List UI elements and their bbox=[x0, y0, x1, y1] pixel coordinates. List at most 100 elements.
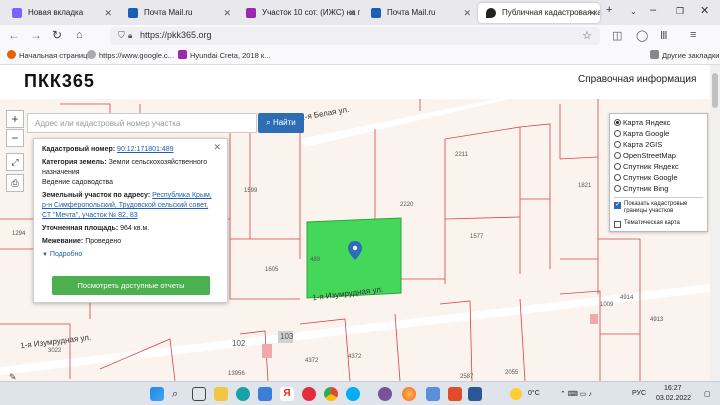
radio-button[interactable] bbox=[614, 141, 621, 148]
tab-cadastral-map[interactable]: Публичная кадастровая кар ✕ bbox=[478, 3, 600, 23]
listing-icon bbox=[178, 50, 187, 59]
firefox-icon[interactable] bbox=[402, 387, 416, 401]
minimize-icon[interactable]: – bbox=[650, 4, 656, 16]
opera-icon[interactable] bbox=[302, 387, 316, 401]
radio-button[interactable] bbox=[614, 152, 621, 159]
reference-info-link[interactable]: Справочная информация bbox=[578, 74, 696, 85]
pocket-icon[interactable]: ◫ bbox=[612, 29, 622, 42]
thematic-map-option[interactable]: Тематическая карта bbox=[614, 220, 703, 228]
temperature-text[interactable]: 0°C bbox=[528, 390, 540, 397]
plot-number: 1821 bbox=[578, 183, 592, 189]
zoom-out-button[interactable]: − bbox=[6, 129, 24, 147]
close-tab-icon[interactable]: ✕ bbox=[104, 3, 112, 23]
layer-option[interactable]: Карта Яндекс bbox=[614, 117, 703, 128]
checkbox[interactable] bbox=[614, 201, 621, 209]
close-icon[interactable]: ✕ bbox=[213, 142, 221, 152]
area-label: Уточненная площадь: bbox=[42, 225, 119, 232]
bookmark-start-page[interactable]: Начальная страница bbox=[7, 50, 92, 60]
photos-icon[interactable] bbox=[426, 387, 440, 401]
triangle-down-icon: ▼ bbox=[42, 252, 48, 258]
task-view-icon[interactable] bbox=[192, 387, 206, 401]
close-window-icon[interactable]: ✕ bbox=[700, 4, 709, 17]
layer-option[interactable]: Спутник Google bbox=[614, 172, 703, 183]
tab-listing[interactable]: Участок 10 сот. (ИЖС) на пр ✕ bbox=[238, 3, 360, 23]
tab-label: Почта Mail.ru bbox=[144, 8, 193, 17]
skype-icon[interactable] bbox=[346, 387, 360, 401]
search-box[interactable] bbox=[27, 113, 257, 133]
notification-icon[interactable]: ▢ bbox=[704, 390, 711, 398]
clock-time[interactable]: 16:27 bbox=[664, 385, 682, 392]
clock-date[interactable]: 03.02.2022 bbox=[656, 395, 691, 402]
new-tab-icon[interactable]: + bbox=[606, 4, 612, 16]
plot-number: 489 bbox=[310, 257, 321, 263]
account-icon[interactable]: ◯ bbox=[636, 29, 648, 42]
close-tab-icon[interactable]: ✕ bbox=[223, 3, 231, 23]
cadastral-number-link[interactable]: 90:12:171801:489 bbox=[117, 146, 173, 153]
layer-label: Спутник Google bbox=[623, 173, 678, 182]
layer-option[interactable]: Карта Google bbox=[614, 128, 703, 139]
other-bookmarks[interactable]: Другие закладки bbox=[650, 50, 719, 60]
viber-icon[interactable] bbox=[378, 387, 392, 401]
reload-icon[interactable]: ↻ bbox=[52, 28, 62, 42]
maximize-icon[interactable]: ❐ bbox=[676, 6, 684, 17]
explorer-icon[interactable] bbox=[214, 387, 228, 401]
close-tab-icon[interactable]: ✕ bbox=[463, 3, 471, 23]
cadastral-number-row: Кадастровый номер: 90:12:171801:489 bbox=[42, 145, 219, 155]
bookmark-hyundai[interactable]: Hyundai Creta, 2018 к... bbox=[178, 50, 270, 60]
store-icon[interactable] bbox=[258, 387, 272, 401]
plot-number: 103 bbox=[280, 332, 294, 341]
site-logo[interactable]: ПКК365 bbox=[24, 71, 95, 92]
bookmark-label: Другие закладки bbox=[662, 51, 720, 60]
app-icon[interactable] bbox=[448, 387, 462, 401]
find-button[interactable]: ⌕ Найти bbox=[258, 113, 304, 133]
home-icon[interactable]: ⌂ bbox=[76, 29, 83, 41]
menu-icon[interactable]: ≡ bbox=[690, 29, 696, 41]
radio-button[interactable] bbox=[614, 163, 621, 170]
bookmark-star-icon[interactable]: ☆ bbox=[582, 29, 592, 42]
weather-icon[interactable] bbox=[510, 388, 522, 400]
layer-option[interactable]: Спутник Bing bbox=[614, 183, 703, 194]
details-toggle[interactable]: ▼ Подробно bbox=[42, 250, 219, 260]
layer-option[interactable]: Карта 2GIS bbox=[614, 139, 703, 150]
forward-icon[interactable]: → bbox=[30, 28, 42, 42]
print-icon[interactable]: ⎙ bbox=[6, 174, 24, 192]
language-indicator[interactable]: РУС bbox=[632, 390, 646, 397]
layer-label: Карта Google bbox=[623, 129, 670, 138]
view-reports-button[interactable]: Посмотреть доступные отчеты bbox=[52, 276, 210, 295]
layer-option[interactable]: Спутник Яндекс bbox=[614, 161, 703, 172]
radio-button[interactable] bbox=[614, 185, 621, 192]
close-tab-icon[interactable]: ✕ bbox=[348, 3, 356, 23]
checkbox[interactable] bbox=[614, 221, 621, 228]
radio-button[interactable] bbox=[614, 119, 621, 126]
page-scrollbar[interactable] bbox=[710, 65, 720, 381]
folder-icon bbox=[650, 50, 659, 59]
tab-mail-2[interactable]: Почта Mail.ru ✕ bbox=[363, 3, 475, 23]
layer-option[interactable]: OpenStreetMap bbox=[614, 150, 703, 161]
search-input[interactable] bbox=[28, 114, 256, 132]
show-borders-option[interactable]: Показать кадастровые границы участков bbox=[614, 201, 703, 215]
edge-icon[interactable] bbox=[236, 387, 250, 401]
scrollbar-thumb[interactable] bbox=[712, 73, 718, 108]
fullscreen-icon[interactable]: ⤢ bbox=[6, 153, 24, 171]
plot-number: 4372 bbox=[348, 354, 362, 360]
chrome-icon[interactable] bbox=[324, 387, 338, 401]
tab-list-icon[interactable]: ⌄ bbox=[630, 7, 637, 16]
details-link[interactable]: Подробно bbox=[50, 251, 82, 258]
radio-button[interactable] bbox=[614, 130, 621, 137]
bookmark-google[interactable]: https://www.google.c... bbox=[87, 50, 174, 60]
yandex-icon[interactable]: Я bbox=[280, 387, 294, 401]
library-icon[interactable]: Ⅲ bbox=[660, 29, 668, 42]
system-tray-icons[interactable]: ⌃ ⌨ ▭ ♪ bbox=[560, 390, 592, 398]
address-bar[interactable]: ⛉ 🔒︎ https://pkk365.org ☆ bbox=[110, 27, 600, 45]
start-icon[interactable] bbox=[150, 387, 164, 401]
back-icon[interactable]: ← bbox=[8, 28, 20, 42]
radio-button[interactable] bbox=[614, 174, 621, 181]
layer-label: OpenStreetMap bbox=[623, 151, 676, 160]
tab-mail-1[interactable]: Почта Mail.ru ✕ bbox=[120, 3, 235, 23]
tab-new[interactable]: Новая вкладка ✕ bbox=[4, 3, 116, 23]
close-tab-icon[interactable]: ✕ bbox=[588, 3, 596, 23]
zoom-in-button[interactable]: + bbox=[6, 110, 24, 128]
bookmarks-bar: Начальная страница https://www.google.c.… bbox=[0, 47, 720, 65]
word-icon[interactable] bbox=[468, 387, 482, 401]
search-icon[interactable]: ⌕ bbox=[172, 387, 186, 401]
